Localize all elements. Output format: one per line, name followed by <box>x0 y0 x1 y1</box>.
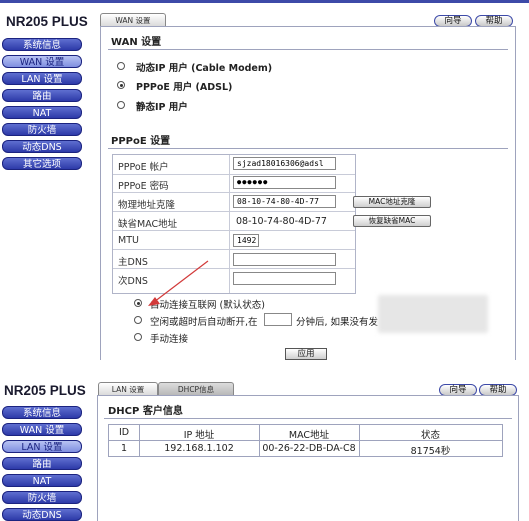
screenshot-gap <box>0 360 529 378</box>
radio-idle-disconnect[interactable] <box>134 316 142 324</box>
col-header-mac: MAC地址 <box>288 430 330 441</box>
brand-title: NR205 PLUS <box>6 14 88 29</box>
wan-settings-screen: NR205 PLUS 系统信息 WAN 设置 LAN 设置 路由 NAT 防火墙… <box>0 0 529 360</box>
col-header-status: 状态 <box>420 430 440 441</box>
cell-status: 81754秒 <box>410 446 451 457</box>
nav-item-ddns[interactable]: 动态DNS <box>2 140 82 153</box>
label-pppoe-account: PPPoE 帐户 <box>118 162 169 173</box>
nav-item-lan[interactable]: LAN 设置 <box>2 72 82 85</box>
top-strip <box>0 0 529 3</box>
nav-item-system-info[interactable]: 系统信息 <box>2 406 82 419</box>
label-idle-suffix: 分钟后, 如果没有发 <box>296 317 379 328</box>
secondary-dns-input[interactable] <box>233 272 336 285</box>
cell-ip: 192.168.1.102 <box>164 443 234 454</box>
wan-section-divider <box>108 49 508 50</box>
nav-item-routing[interactable]: 路由 <box>2 457 82 470</box>
label-idle-disconnect: 空闲或超时后自动断开,在 <box>150 317 258 328</box>
nav-item-routing[interactable]: 路由 <box>2 89 82 102</box>
wan-section-title: WAN 设置 <box>111 37 162 48</box>
label-mtu: MTU <box>118 235 139 246</box>
col-header-id: ID <box>118 427 130 438</box>
nav-item-wan[interactable]: WAN 设置 <box>2 55 82 68</box>
label-default-mac: 缺省MAC地址 <box>118 219 178 230</box>
nav-item-firewall[interactable]: 防火墙 <box>2 491 82 504</box>
blurred-overlay <box>378 295 488 333</box>
red-arrow-annotation <box>148 260 209 306</box>
clone-mac-input[interactable]: 08-10-74-80-4D-77 <box>233 195 336 208</box>
col-header-ip: IP 地址 <box>183 430 215 441</box>
apply-button[interactable]: 应用 <box>285 348 327 360</box>
pppoe-account-input[interactable]: sjzad18016306@adsl <box>233 157 336 170</box>
radio-manual-connect[interactable] <box>134 333 142 341</box>
label-pppoe: PPPoE 用户 (ADSL) <box>136 82 233 93</box>
nav-item-wan[interactable]: WAN 设置 <box>2 423 82 436</box>
radio-static-ip[interactable] <box>117 101 125 109</box>
brand-title-2: NR205 PLUS <box>4 383 86 398</box>
dhcp-section-divider <box>104 418 512 419</box>
nav-item-firewall[interactable]: 防火墙 <box>2 123 82 136</box>
radio-pppoe[interactable] <box>117 81 125 89</box>
restore-default-mac-button[interactable]: 恢复缺省MAC <box>353 215 431 227</box>
mac-clone-button[interactable]: MAC地址克隆 <box>353 196 431 208</box>
mtu-input[interactable]: 1492 <box>233 234 259 247</box>
label-manual-connect: 手动连接 <box>150 334 189 345</box>
label-dynamic-ip: 动态IP 用户 (Cable Modem) <box>136 63 273 74</box>
radio-dynamic-ip[interactable] <box>117 62 125 70</box>
label-pppoe-password: PPPoE 密码 <box>118 181 169 192</box>
cell-mac: 00-26-22-DB-DA-C8 <box>262 443 356 454</box>
nav-item-ddns[interactable]: 动态DNS <box>2 508 82 521</box>
dhcp-clients-title: DHCP 客户信息 <box>108 406 183 417</box>
dhcp-info-screen: NR205 PLUS 系统信息 WAN 设置 LAN 设置 路由 NAT 防火墙… <box>0 378 529 521</box>
nav-item-other[interactable]: 其它选项 <box>2 157 82 170</box>
label-static-ip: 静态IP 用户 <box>136 102 188 113</box>
default-mac-value: 08-10-74-80-4D-77 <box>236 216 327 227</box>
pppoe-password-input[interactable]: ●●●●●● <box>233 176 336 189</box>
tab-wan-settings[interactable]: WAN 设置 <box>100 13 166 26</box>
tab-dhcp-info[interactable]: DHCP信息 <box>158 382 234 395</box>
primary-dns-input[interactable] <box>233 253 336 266</box>
idle-minutes-input[interactable] <box>264 313 292 326</box>
nav-item-lan[interactable]: LAN 设置 <box>2 440 82 453</box>
pppoe-section-title: PPPoE 设置 <box>111 136 171 147</box>
nav-item-system-info[interactable]: 系统信息 <box>2 38 82 51</box>
label-clone-mac: 物理地址克隆 <box>118 200 176 211</box>
cell-id: 1 <box>120 443 128 454</box>
nav-item-nat[interactable]: NAT <box>2 106 82 119</box>
nav-item-nat[interactable]: NAT <box>2 474 82 487</box>
tab-lan-settings[interactable]: LAN 设置 <box>98 382 158 395</box>
pppoe-section-divider <box>108 148 508 149</box>
